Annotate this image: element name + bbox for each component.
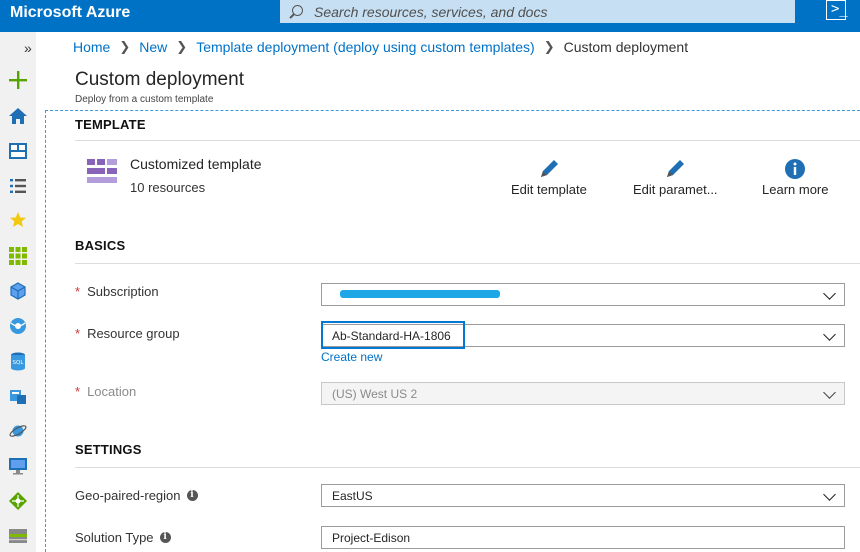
required-marker: * — [75, 284, 81, 299]
solution-label-text: Solution Type — [75, 530, 154, 545]
resource-group-label: * Resource group — [75, 326, 180, 341]
expand-menu-icon[interactable]: » — [24, 40, 32, 56]
resource-groups-icon[interactable] — [8, 281, 28, 301]
info-icon — [785, 159, 806, 179]
cosmos-db-icon[interactable] — [8, 421, 28, 441]
required-marker: * — [75, 326, 81, 341]
chevron-right-icon: ❯ — [176, 39, 188, 54]
pencil-icon — [540, 160, 558, 177]
location-label-text: Location — [87, 384, 137, 399]
divider — [75, 263, 860, 264]
edit-template-label: Edit template — [511, 182, 587, 197]
load-balancers-icon[interactable] — [8, 491, 28, 511]
template-resource-count: 10 resources — [130, 180, 206, 195]
template-heading: TEMPLATE — [75, 117, 146, 132]
virtual-machines-icon[interactable] — [8, 456, 28, 476]
solution-type-label: Solution Type i — [75, 530, 171, 545]
create-resource-icon[interactable] — [8, 70, 28, 90]
dashboard-icon[interactable] — [8, 141, 28, 161]
geo-value: EastUS — [332, 488, 373, 503]
breadcrumb-template-deployment[interactable]: Template deployment (deploy using custom… — [196, 39, 535, 55]
solution-type-input[interactable]: Project-Edison — [321, 526, 845, 549]
location-select: (US) West US 2 — [321, 382, 845, 405]
location-value: (US) West US 2 — [332, 386, 418, 401]
subscription-label-text: Subscription — [87, 284, 159, 299]
storage-accounts-icon[interactable] — [8, 526, 28, 546]
required-marker: * — [75, 384, 81, 399]
favorites-star-icon[interactable] — [8, 210, 28, 230]
all-services-icon[interactable] — [8, 176, 28, 196]
chevron-down-icon — [823, 386, 836, 399]
svg-text:SQL: SQL — [13, 360, 25, 366]
sql-server-icon[interactable] — [8, 386, 28, 406]
edit-parameters-label: Edit paramet... — [633, 182, 718, 197]
divider — [75, 467, 860, 468]
left-sidebar: » SQL — [0, 32, 36, 552]
info-icon[interactable]: i — [186, 490, 198, 501]
search-input[interactable] — [314, 3, 784, 20]
chevron-down-icon — [823, 328, 836, 341]
focus-highlight — [321, 321, 465, 349]
chevron-down-icon — [823, 287, 836, 300]
chevron-right-icon: ❯ — [543, 39, 555, 54]
sql-database-icon[interactable]: SQL — [8, 351, 28, 371]
geo-paired-region-label: Geo-paired-region i — [75, 488, 198, 503]
edit-template-button[interactable]: Edit template — [511, 156, 587, 197]
geo-paired-region-select[interactable]: EastUS — [321, 484, 845, 507]
location-label: * Location — [75, 384, 136, 399]
resource-group-label-text: Resource group — [87, 326, 180, 341]
template-grid-icon — [87, 159, 117, 183]
chevron-right-icon: ❯ — [119, 39, 131, 54]
app-services-icon[interactable] — [8, 316, 28, 336]
all-resources-icon[interactable] — [8, 246, 28, 266]
create-new-link[interactable]: Create new — [321, 350, 382, 364]
learn-more-label: Learn more — [762, 182, 829, 197]
page-title: Custom deployment — [75, 69, 244, 90]
pencil-icon — [667, 160, 685, 177]
divider — [75, 140, 860, 141]
redaction-mark — [340, 290, 500, 298]
global-search[interactable] — [280, 0, 795, 23]
settings-heading: SETTINGS — [75, 442, 142, 457]
subscription-label: * Subscription — [75, 284, 159, 299]
template-name: Customized template — [130, 156, 262, 172]
breadcrumb-current: Custom deployment — [563, 39, 689, 55]
breadcrumb-home[interactable]: Home — [73, 39, 110, 55]
breadcrumb-new[interactable]: New — [139, 39, 167, 55]
edit-parameters-button[interactable]: Edit paramet... — [633, 156, 718, 197]
breadcrumb: Home ❯ New ❯ Template deployment (deploy… — [73, 39, 688, 55]
solution-value: Project-Edison — [332, 530, 411, 545]
info-icon[interactable]: i — [159, 532, 171, 543]
brand-title[interactable]: Microsoft Azure — [10, 4, 130, 22]
cloud-shell-icon: >_ — [831, 1, 848, 17]
geo-label-text: Geo-paired-region — [75, 488, 181, 503]
learn-more-button[interactable]: Learn more — [762, 156, 828, 197]
page-subtitle: Deploy from a custom template — [75, 94, 214, 105]
chevron-down-icon — [823, 488, 836, 501]
search-icon — [288, 4, 304, 20]
home-icon[interactable] — [8, 106, 28, 126]
basics-heading: BASICS — [75, 238, 126, 253]
cloud-shell-button[interactable]: >_ — [826, 0, 848, 20]
top-bar: Microsoft Azure >_ — [0, 0, 860, 32]
